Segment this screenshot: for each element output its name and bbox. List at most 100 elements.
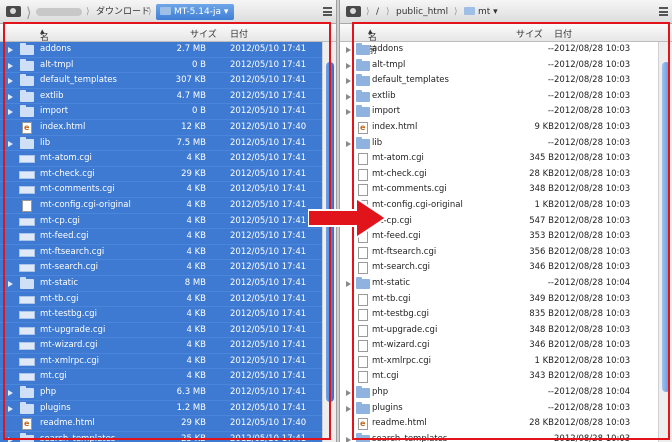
file-row[interactable]: mt-check.cgi 28 KB 2012/08/28 10:03: [340, 167, 658, 183]
breadcrumb-downloads[interactable]: ダウンロード: [96, 4, 150, 20]
file-row[interactable]: search_templates 25 KB 2012/05/10 17:41: [0, 431, 322, 442]
file-row[interactable]: mt-config.cgi-original 4 KB 2012/05/10 17:…: [0, 197, 322, 214]
disclosure-triangle-icon[interactable]: [8, 78, 13, 85]
file-row[interactable]: mt.cgi 4 KB 2012/05/10 17:41: [0, 369, 322, 386]
view-options-icon[interactable]: [323, 7, 332, 16]
file-row[interactable]: mt-tb.cgi 349 B 2012/08/28 10:03: [340, 292, 658, 308]
disclosure-triangle-icon[interactable]: [8, 436, 13, 442]
file-row[interactable]: mt-search.cgi 4 KB 2012/05/10 17:41: [0, 260, 322, 276]
file-row[interactable]: index.html 12 KB 2012/05/10 17:40: [0, 119, 322, 136]
column-date-header[interactable]: 日付: [554, 27, 572, 40]
file-row[interactable]: index.html 9 KB2012/08/28 10:03: [340, 120, 658, 136]
file-size: 4 KB: [186, 184, 206, 195]
file-name: mt-upgrade.cgi: [372, 324, 438, 335]
file-row[interactable]: mt-testbg.cgi 4 KB 2012/05/10 17:41: [0, 307, 322, 323]
file-icon: [358, 153, 368, 166]
file-row[interactable]: mt-upgrade.cgi 4 KB 2012/05/10 17:41: [0, 322, 322, 339]
file-row[interactable]: mt-ftsearch.cgi 4 KB 2012/05/10 17:41: [0, 244, 322, 261]
file-size: 4 KB: [186, 246, 206, 257]
file-row[interactable]: mt-comments.cgi 4 KB 2012/05/10 17:41: [0, 182, 322, 198]
file-row[interactable]: mt-wizard.cgi 346 B 2012/08/28 10:03: [340, 338, 658, 354]
file-row[interactable]: lib 7.5 MB 2012/05/10 17:41: [0, 135, 322, 152]
disclosure-triangle-icon[interactable]: [8, 280, 13, 287]
file-row[interactable]: mt-static -- 2012/08/28 10:04: [340, 276, 658, 292]
file-row[interactable]: php 6.3 MB 2012/05/10 17:41: [0, 385, 322, 401]
scrollbar-thumb[interactable]: [662, 62, 670, 392]
file-row[interactable]: extlib 4.7 MB 2012/05/10 17:41: [0, 88, 322, 105]
disclosure-triangle-icon[interactable]: [8, 93, 13, 100]
file-row[interactable]: mt-atom.cgi 345 B 2012/08/28 10:03: [340, 151, 658, 167]
column-size-header[interactable]: サイズ: [516, 27, 543, 40]
file-row[interactable]: mt-static 8 MB 2012/05/10 17:41: [0, 275, 322, 292]
file-row[interactable]: mt-testbg.cgi 835 B 2012/08/28 10:03: [340, 307, 658, 323]
file-name: mt-atom.cgi: [40, 153, 92, 164]
disclosure-triangle-icon[interactable]: [8, 62, 13, 69]
breadcrumb-public-html[interactable]: public_html: [396, 4, 448, 20]
file-row[interactable]: mt-tb.cgi 4 KB 2012/05/10 17:41: [0, 291, 322, 308]
camera-icon[interactable]: [6, 6, 21, 17]
disclosure-triangle-icon[interactable]: [8, 390, 13, 397]
breadcrumb-root[interactable]: /: [376, 4, 379, 20]
disclosure-triangle-icon[interactable]: [346, 280, 351, 287]
camera-icon[interactable]: [346, 6, 361, 17]
disclosure-triangle-icon[interactable]: [346, 47, 351, 53]
disclosure-triangle-icon[interactable]: [346, 109, 351, 116]
file-row[interactable]: extlib -- 2012/08/28 10:03: [340, 89, 658, 105]
disclosure-triangle-icon[interactable]: [8, 109, 13, 116]
disclosure-triangle-icon[interactable]: [346, 436, 351, 442]
file-row[interactable]: plugins -- 2012/08/28 10:03: [340, 401, 658, 417]
file-row[interactable]: addons 2.7 MB 2012/05/10 17:41: [0, 42, 322, 58]
disclosure-triangle-icon[interactable]: [346, 140, 351, 147]
file-row[interactable]: plugins 1.2 MB 2012/05/10 17:41: [0, 400, 322, 417]
file-row[interactable]: mt-search.cgi 346 B 2012/08/28 10:03: [340, 260, 658, 276]
file-name: addons: [372, 44, 404, 54]
file-row[interactable]: mt-upgrade.cgi 348 B 2012/08/28 10:03: [340, 323, 658, 339]
column-name-header[interactable]: 名前 ▴: [40, 27, 49, 56]
file-row[interactable]: search_templates -- 2012/08/28 10:03: [340, 432, 658, 442]
file-row[interactable]: addons -- 2012/08/28 10:03: [340, 42, 658, 58]
file-row[interactable]: php -- 2012/08/28 10:04: [340, 385, 658, 401]
remote-scrollbar[interactable]: [658, 42, 672, 442]
file-row[interactable]: default_templates -- 2012/08/28 10:03: [340, 73, 658, 89]
file-row[interactable]: mt-atom.cgi 4 KB 2012/05/10 17:41: [0, 151, 322, 167]
view-options-icon[interactable]: [659, 7, 668, 16]
local-scrollbar[interactable]: [322, 42, 336, 442]
file-row[interactable]: mt-feed.cgi 4 KB 2012/05/10 17:41: [0, 229, 322, 245]
file-row[interactable]: import 0 B 2012/05/10 17:41: [0, 104, 322, 120]
file-row[interactable]: readme.html 28 KB2012/08/28 10:03: [340, 416, 658, 432]
column-name-header[interactable]: 名前 ▴: [368, 27, 377, 56]
disclosure-triangle-icon[interactable]: [346, 93, 351, 100]
file-row[interactable]: alt-tmpl -- 2012/08/28 10:03: [340, 58, 658, 74]
file-row[interactable]: mt-ftsearch.cgi 356 B 2012/08/28 10:03: [340, 245, 658, 261]
file-row[interactable]: mt-xmlrpc.cgi 1 KB 2012/08/28 10:03: [340, 354, 658, 370]
disclosure-triangle-icon[interactable]: [346, 62, 351, 69]
cgi-file-icon: [19, 264, 35, 273]
file-icon: [358, 324, 368, 337]
folder-icon: [356, 276, 370, 289]
file-date: 2012/05/10 17:41: [230, 293, 307, 304]
file-row[interactable]: mt-wizard.cgi 4 KB 2012/05/10 17:41: [0, 338, 322, 354]
file-row[interactable]: import -- 2012/08/28 10:03: [340, 104, 658, 120]
breadcrumb-current-folder[interactable]: MT-5.14-ja ▾: [156, 4, 235, 20]
column-size-header[interactable]: サイズ: [190, 27, 217, 40]
disclosure-triangle-icon[interactable]: [346, 390, 351, 397]
breadcrumb-hidden-user[interactable]: [36, 4, 82, 20]
disclosure-triangle-icon[interactable]: [346, 78, 351, 85]
disclosure-triangle-icon[interactable]: [8, 405, 13, 412]
file-row[interactable]: alt-tmpl 0 B 2012/05/10 17:41: [0, 57, 322, 74]
file-row[interactable]: readme.html 29 KB 2012/05/10 17:40: [0, 416, 322, 432]
disclosure-triangle-icon[interactable]: [8, 140, 13, 147]
file-name: mt-ftsearch.cgi: [40, 246, 105, 257]
disclosure-triangle-icon[interactable]: [346, 405, 351, 412]
file-row[interactable]: default_templates 307 KB 2012/05/10 17:41: [0, 73, 322, 89]
disclosure-triangle-icon[interactable]: [8, 47, 13, 53]
file-row[interactable]: mt-check.cgi 29 KB 2012/05/10 17:41: [0, 166, 322, 183]
breadcrumb-current-folder[interactable]: mt ▾: [464, 4, 498, 20]
file-date: 2012/05/10 17:41: [230, 184, 307, 195]
file-row[interactable]: mt.cgi 343 B 2012/08/28 10:03: [340, 369, 658, 385]
file-row[interactable]: mt-cp.cgi 4 KB 2012/05/10 17:41: [0, 213, 322, 230]
column-date-header[interactable]: 日付: [230, 27, 248, 40]
file-row[interactable]: lib -- 2012/08/28 10:03: [340, 136, 658, 152]
file-row[interactable]: mt-xmlrpc.cgi 4 KB 2012/05/10 17:41: [0, 353, 322, 370]
remote-file-list: addons -- 2012/08/28 10:03 alt-tmpl -- 2012/0…: [340, 42, 658, 442]
